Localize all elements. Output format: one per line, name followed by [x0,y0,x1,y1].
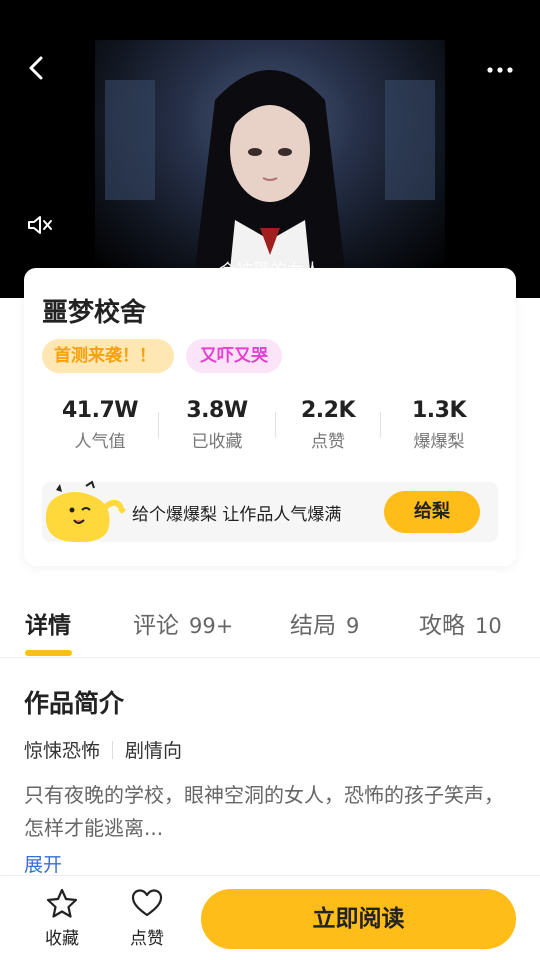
tab-endings[interactable]: 结局 9 [290,606,359,640]
tab-count: 9 [346,614,360,638]
tab-guides[interactable]: 攻略 10 [419,606,502,640]
stat-favorites: 3.8W 已收藏 [162,398,272,452]
genre-tag: 惊悚恐怖 [24,740,101,762]
like-label: 点赞 [130,929,164,949]
tag-badge: 又吓又哭 [186,339,282,373]
divider [380,412,381,438]
section-title: 作品简介 [24,689,125,718]
stats-row: 41.7W 人气值 3.8W 已收藏 2.2K 点赞 1.3K 爆爆梨 [24,398,516,462]
stat-label: 人气值 [74,432,126,452]
book-info-card: 噩梦校舍 首测来袭！！ 又吓又哭 41.7W 人气值 3.8W 已收藏 2.2K… [24,268,516,566]
tab-count: 99+ [189,614,234,638]
stat-label: 已收藏 [191,432,243,452]
divider [112,740,114,759]
expand-link[interactable]: 展开 [24,850,62,877]
read-now-button[interactable]: 立即阅读 [201,889,516,949]
give-pear-button[interactable]: 给梨 [384,491,480,533]
give-pear-text: 给个爆爆梨 让作品人气爆满 [132,505,342,525]
give-pear-panel: 给个爆爆梨 让作品人气爆满 给梨 [42,480,498,543]
tab-count: 10 [475,614,502,638]
stat-value: 1.3K [411,398,467,423]
stat-label: 点赞 [311,432,345,452]
like-button[interactable]: 点赞 [117,888,177,949]
content-tabs: 详情 评论 99+ 结局 9 攻略 10 [0,598,540,658]
genre-tag: 剧情向 [125,740,183,762]
hero-banner[interactable]: 会被戳的女人 [0,0,540,298]
favorite-button[interactable]: 收藏 [32,888,92,949]
tag-badge: 首测来袭！！ [42,339,174,373]
genre-list: 惊悚恐怖 剧情向 [24,736,182,763]
stat-popularity: 41.7W 人气值 [45,398,155,452]
heart-icon [131,889,163,917]
tab-details[interactable]: 详情 [25,606,71,640]
pear-mascot-icon [42,480,132,543]
tab-label: 攻略 [419,613,465,639]
back-button[interactable] [18,50,54,86]
tab-comments[interactable]: 评论 99+ [133,606,233,640]
stat-likes: 2.2K 点赞 [273,398,383,452]
stat-label: 爆爆梨 [413,432,465,452]
chevron-left-icon [29,56,43,80]
synopsis-text: 只有夜晚的学校，眼神空洞的女人，恐怖的孩子笑声，怎样才能逃离... [24,783,504,840]
tab-label: 结局 [290,613,336,639]
hero-cover-image [95,40,445,270]
star-icon [46,888,78,918]
bottom-action-bar: 收藏 点赞 立即阅读 [0,875,540,960]
divider [158,412,159,438]
stat-pears: 1.3K 爆爆梨 [384,398,494,452]
speaker-mute-icon [28,216,52,234]
active-tab-indicator [25,650,72,656]
more-dots-icon [487,67,513,73]
favorite-label: 收藏 [45,929,79,949]
mute-toggle-button[interactable] [22,210,58,240]
stat-value: 41.7W [61,398,139,423]
book-title: 噩梦校舍 [42,298,147,328]
stat-value: 2.2K [300,398,356,423]
tab-label: 评论 [133,613,179,639]
stat-value: 3.8W [186,398,248,423]
tab-label: 详情 [25,613,71,639]
more-options-button[interactable] [480,56,520,84]
